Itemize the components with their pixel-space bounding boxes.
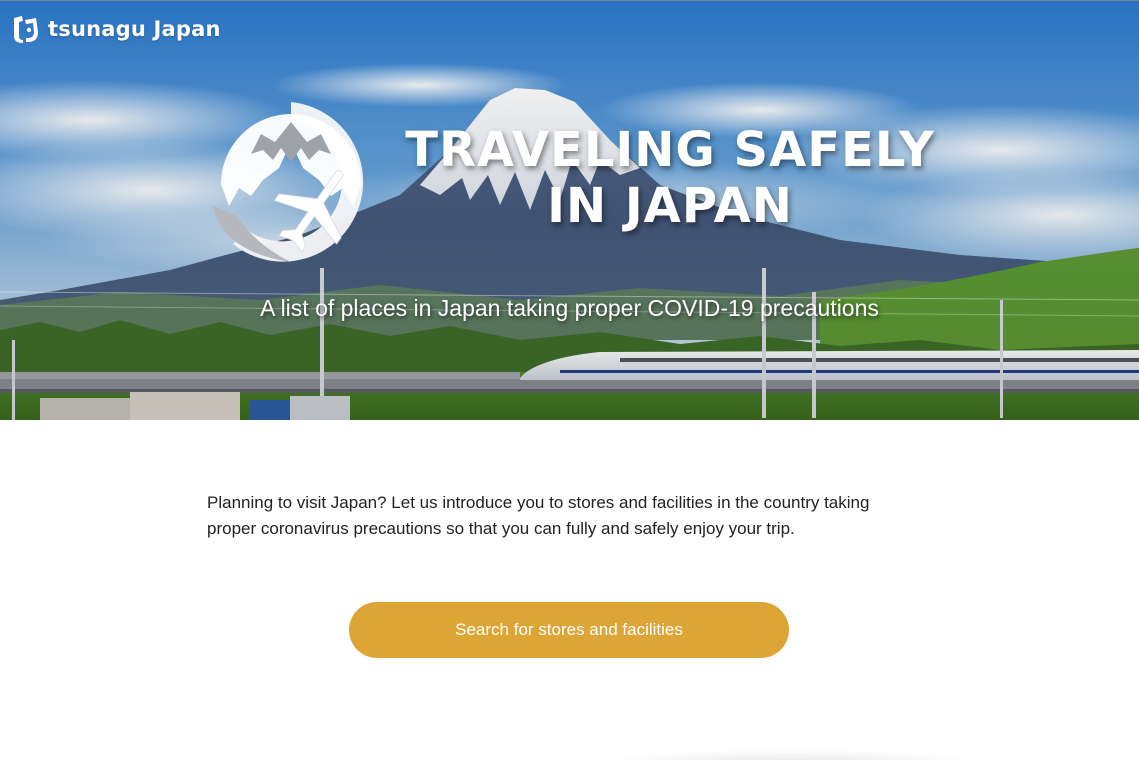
- hero-title-line-2: IN JAPAN: [547, 178, 793, 234]
- search-stores-button[interactable]: Search for stores and facilities: [349, 602, 789, 658]
- intro-text-line-1: Planning to visit Japan? Let us introduc…: [207, 493, 870, 512]
- intro-text: Planning to visit Japan? Let us introduc…: [207, 490, 947, 542]
- site-logo-text: tsunagu Japan: [48, 17, 221, 41]
- card-shadow: [600, 750, 980, 760]
- hero-title: TRAVELING SAFELY IN JAPAN: [380, 122, 960, 234]
- hero-title-line-1: TRAVELING SAFELY: [405, 122, 935, 178]
- hero-subtitle: A list of places in Japan taking proper …: [260, 295, 879, 321]
- mount-fuji-airplane-emblem-icon: [213, 102, 364, 262]
- page: tsunagu Japan TRAVELING SAFELY IN JAPAN …: [0, 0, 1139, 760]
- top-border: [0, 0, 1139, 1]
- hero-banner: tsunagu Japan TRAVELING SAFELY IN JAPAN …: [0, 0, 1139, 420]
- site-logo[interactable]: tsunagu Japan: [8, 12, 221, 46]
- tsunagu-logo-icon: [14, 16, 38, 43]
- intro-text-line-2: proper coronavirus precautions so that y…: [207, 519, 795, 538]
